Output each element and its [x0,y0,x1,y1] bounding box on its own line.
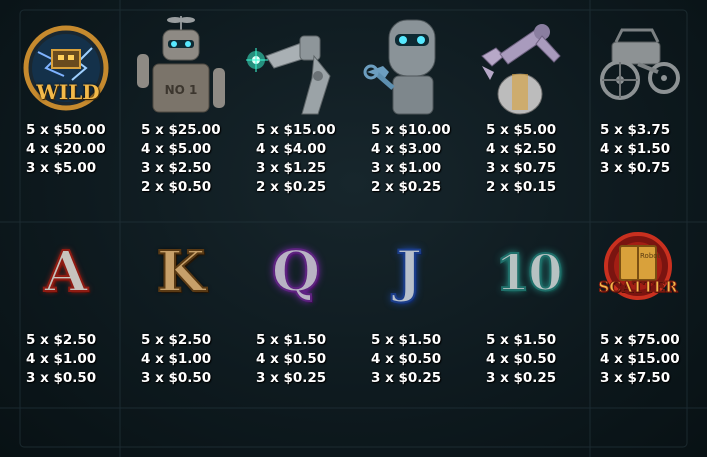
payout-line: 3 x $1.25 [256,160,327,176]
payout-line: 5 x $10.00 [371,122,451,138]
payout-line: 3 x $0.25 [256,370,327,386]
payout-line: 4 x $0.50 [371,351,442,367]
payout-line: 4 x $0.50 [256,351,327,367]
payout-line: 2 x $0.15 [486,179,557,195]
letter-k-icon: K [156,238,207,306]
claw-arm-payouts: 5 x $5.00 4 x $2.50 3 x $0.75 2 x $0.15 [486,121,556,197]
payout-line: 2 x $0.50 [141,179,212,195]
payout-line: 3 x $7.50 [600,370,671,386]
robot-cart-icon [600,28,680,100]
robot-wrench-icon [363,19,436,115]
payout-line: 5 x $75.00 [600,332,680,348]
10-payouts: 5 x $1.50 4 x $0.50 3 x $0.25 [486,331,556,388]
k-payouts: 5 x $2.50 4 x $1.00 3 x $0.50 [141,331,211,388]
payout-line: 5 x $1.50 [486,332,557,348]
payout-line: 3 x $0.25 [486,370,557,386]
payout-line: 4 x $1.00 [26,351,97,367]
payout-line: 2 x $0.25 [256,179,327,195]
laser-arm-icon [246,35,331,115]
cart-payouts: 5 x $3.75 4 x $1.50 3 x $0.75 [600,121,670,178]
payout-line: 5 x $1.50 [256,332,327,348]
letter-q-icon: Q [271,238,322,306]
payout-line: 5 x $2.50 [26,332,97,348]
scatter-icon: Robot SCATTER [596,232,680,312]
robot-no1-icon: NO 1 [137,16,225,113]
payout-line: 4 x $15.00 [600,351,680,367]
payout-line: 4 x $1.50 [600,141,671,157]
payout-line: 5 x $50.00 [26,122,106,138]
robot-chest-label: NO 1 [165,83,198,97]
payout-line: 5 x $2.50 [141,332,212,348]
a-payouts: 5 x $2.50 4 x $1.00 3 x $0.50 [26,331,96,388]
payout-line: 5 x $1.50 [371,332,442,348]
payout-line: 5 x $3.75 [600,122,671,138]
laser-arm-payouts: 5 x $15.00 4 x $4.00 3 x $1.25 2 x $0.25 [256,121,336,197]
payout-line: 3 x $1.00 [371,160,442,176]
payout-line: 5 x $15.00 [256,122,336,138]
j-payouts: 5 x $1.50 4 x $0.50 3 x $0.25 [371,331,441,388]
q-payouts: 5 x $1.50 4 x $0.50 3 x $0.25 [256,331,326,388]
scatter-book-label: Robot [640,252,661,260]
number-10-icon: 10 [494,242,564,303]
payout-line: 4 x $4.00 [256,141,327,157]
payout-line: 5 x $5.00 [486,122,557,138]
payout-line: 4 x $3.00 [371,141,442,157]
letter-a-icon: A [43,238,88,306]
scatter-label: SCATTER [598,278,678,297]
payout-line: 3 x $0.75 [486,160,557,176]
scatter-payouts: 5 x $75.00 4 x $15.00 3 x $7.50 [600,331,680,388]
scatter-badge-icon [604,232,672,300]
payout-line: 3 x $0.75 [600,160,671,176]
wild-label: WILD [36,80,100,104]
payout-line: 3 x $5.00 [26,160,97,176]
payout-line: 4 x $1.00 [141,351,212,367]
claw-arm-icon [481,24,561,115]
payout-line: 4 x $2.50 [486,141,557,157]
payout-line: 3 x $0.50 [26,370,97,386]
robot-no1-payouts: 5 x $25.00 4 x $5.00 3 x $2.50 2 x $0.50 [141,121,221,197]
payout-line: 3 x $2.50 [141,160,212,176]
payout-line: 4 x $20.00 [26,141,106,157]
letter-j-icon: J [395,238,424,306]
wild-payouts: 5 x $50.00 4 x $20.00 3 x $5.00 [26,121,106,178]
payout-line: 2 x $0.25 [371,179,442,195]
payout-line: 3 x $0.25 [371,370,442,386]
payout-line: 4 x $0.50 [486,351,557,367]
payout-line: 5 x $25.00 [141,122,221,138]
payout-line: 3 x $0.50 [141,370,212,386]
robot-wrench-payouts: 5 x $10.00 4 x $3.00 3 x $1.00 2 x $0.25 [371,121,451,197]
payout-line: 4 x $5.00 [141,141,212,157]
